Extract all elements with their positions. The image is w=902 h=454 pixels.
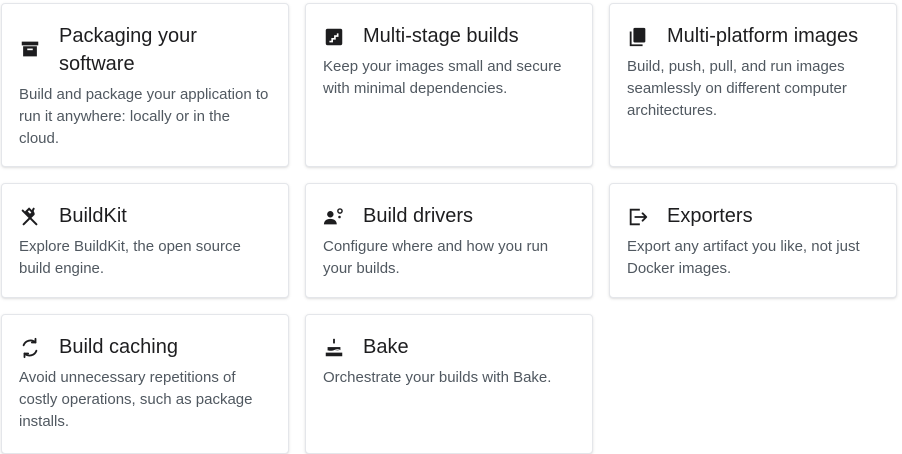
card-title: Bake: [363, 336, 409, 358]
refresh-cycle-icon: [19, 337, 41, 359]
card-title: Build caching: [59, 336, 178, 358]
card-description: Orchestrate your builds with Bake.: [323, 369, 552, 386]
card-build-caching[interactable]: Build caching Avoid unnecessary repetiti…: [1, 314, 289, 454]
card-title: Multi-stage builds: [363, 25, 519, 47]
export-arrow-icon: [627, 206, 649, 228]
card-description: Keep your images small and secure with m…: [323, 58, 562, 97]
layered-pages-icon: [627, 26, 649, 48]
card-exporters[interactable]: Exporters Export any artifact you like, …: [609, 183, 897, 298]
card-description: Explore BuildKit, the open source build …: [19, 238, 241, 277]
card-header: Packaging your software: [19, 22, 276, 78]
card-header: Bake: [323, 333, 580, 361]
card-multi-platform-images[interactable]: Multi-platform images Build, push, pull,…: [609, 3, 897, 167]
person-gear-icon: [323, 206, 345, 228]
card-header: Build caching: [19, 333, 276, 361]
card-header: BuildKit: [19, 202, 276, 230]
card-multi-stage-builds[interactable]: Multi-stage builds Keep your images smal…: [305, 3, 593, 167]
card-header: Exporters: [627, 202, 884, 230]
card-header: Multi-stage builds: [323, 22, 580, 50]
card-header: Multi-platform images: [627, 22, 884, 50]
card-title: Build drivers: [363, 205, 474, 227]
card-description: Configure where and how you run your bui…: [323, 238, 549, 277]
card-description: Build and package your application to ru…: [19, 86, 269, 147]
card-description: Build, push, pull, and run images seamle…: [627, 58, 847, 119]
card-packaging-your-software[interactable]: Packaging your software Build and packag…: [1, 3, 289, 167]
card-buildkit[interactable]: BuildKit Explore BuildKit, the open sour…: [1, 183, 289, 298]
card-build-drivers[interactable]: Build drivers Configure where and how yo…: [305, 183, 593, 298]
card-description: Avoid unnecessary repetitions of costly …: [19, 369, 253, 430]
card-grid: Packaging your software Build and packag…: [0, 0, 902, 454]
stairs-icon: [323, 26, 345, 48]
card-description: Export any artifact you like, not just D…: [627, 238, 860, 277]
card-header: Build drivers: [323, 202, 580, 230]
cake-icon: [323, 337, 345, 359]
card-title: Packaging your software: [59, 25, 197, 75]
archive-box-icon: [19, 38, 41, 60]
card-title: Multi-platform images: [667, 25, 859, 47]
card-title: BuildKit: [59, 205, 127, 227]
hammer-wrench-icon: [19, 206, 41, 228]
card-bake[interactable]: Bake Orchestrate your builds with Bake.: [305, 314, 593, 454]
card-title: Exporters: [667, 205, 753, 227]
